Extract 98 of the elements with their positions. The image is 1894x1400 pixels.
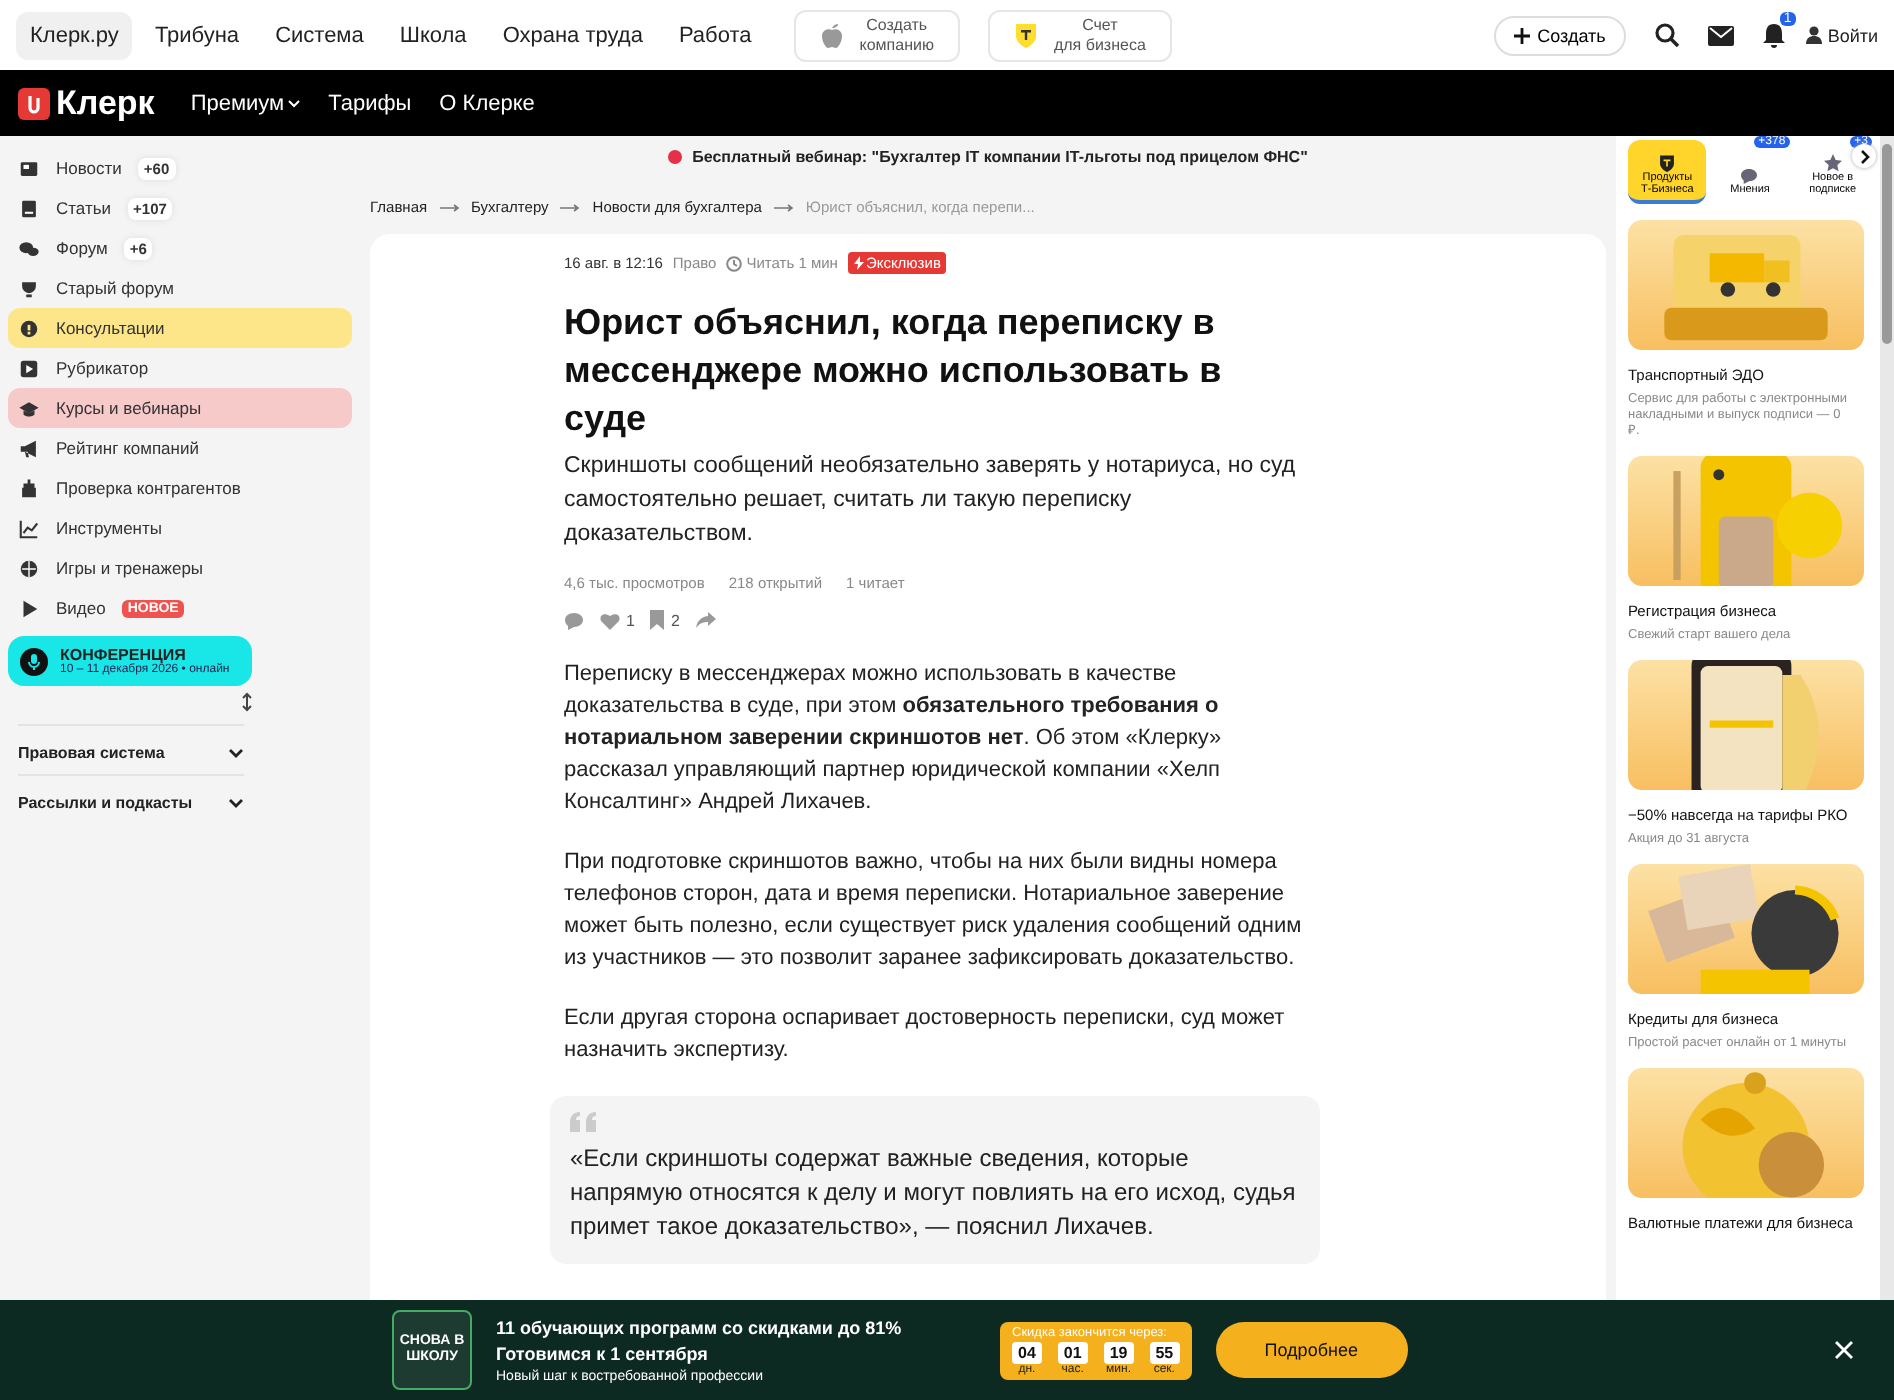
section-toggle[interactable]: Правовая система (18, 724, 244, 762)
quote-mark-icon (570, 1112, 598, 1132)
arrow-right-icon (439, 203, 460, 211)
chevron-right-icon (1859, 149, 1869, 163)
section-toggle[interactable]: Рассылки и подкасты (18, 774, 244, 812)
nav-link[interactable]: О Клерке (439, 91, 535, 115)
top-nav-link[interactable]: Система (261, 11, 378, 59)
ball-icon (18, 557, 40, 579)
bell-icon[interactable] (1761, 22, 1786, 48)
sidebar-label: Проверка контрагентов (56, 478, 241, 498)
chart-line-icon (18, 517, 40, 539)
chat-icon (18, 237, 40, 259)
login-link[interactable]: Войти (1827, 25, 1878, 45)
sidebar-label: Рейтинг компаний (56, 438, 199, 458)
promo-text: Счет для бизнеса (1053, 15, 1146, 55)
sidebar-label: Старый форум (56, 278, 174, 298)
newspaper-icon (18, 157, 40, 179)
like-count: 1 (626, 611, 635, 629)
play-icon (18, 597, 40, 619)
timer-value: 19 (1103, 1341, 1134, 1363)
timer-value: 55 (1149, 1341, 1180, 1363)
mail-icon[interactable] (1707, 25, 1734, 45)
chat-icon (1740, 168, 1759, 184)
article-paragraph: Переписку в мессенджерах можно использовать в качестве доказательства в суде, при этом обязательного требования о нотариальном заверении скриншотов нет. Об этом «Клерку» рассказал управляющий партнер юридической компании «Хелп Консалтинг» Андрей Лихачев. (564, 660, 1224, 818)
sidebar-item[interactable]: Курсы и вебинары (8, 388, 352, 428)
shield-icon (1013, 22, 1038, 48)
chevron-down-icon[interactable] (288, 99, 301, 107)
sidebar-label: Консультации (56, 318, 165, 338)
sidebar-item[interactable]: Инструменты (8, 508, 352, 548)
graduation-cap-icon (18, 397, 40, 419)
apple-icon (819, 22, 844, 48)
section-label: Правовая система (18, 744, 165, 762)
next-button[interactable] (1852, 144, 1876, 168)
nav-link[interactable]: Премиум (190, 91, 285, 115)
sidebar-label: Рубрикатор (56, 358, 149, 378)
sidebar-label: Новости (56, 158, 122, 178)
clock-icon (726, 255, 743, 271)
promo-text: Создать компанию (859, 15, 934, 55)
sidebar-label: Видео (56, 598, 106, 618)
close-icon (1834, 1340, 1854, 1360)
building-icon (18, 477, 40, 499)
arrow-right-icon (773, 203, 794, 211)
top-nav-link[interactable]: Трибуна (140, 11, 254, 59)
details-button[interactable]: Подробнее (1215, 1322, 1408, 1378)
dot-icon (668, 150, 683, 164)
article-title: Юрист объяснил, когда переписку в мессенджере можно использовать в суде (564, 300, 1224, 442)
article-lead: Скриншоты сообщений необязательно заверять у нотариуса, но суд самостоятельно решает, считать ли такую переписку доказательством. (564, 452, 1298, 550)
lightning-icon (853, 256, 864, 270)
plus-icon (1513, 27, 1530, 43)
sidebar-item[interactable]: Рейтинг компаний (8, 428, 352, 468)
scrollbar-thumb[interactable] (1882, 144, 1892, 344)
resize-icon[interactable] (242, 692, 252, 712)
sidebar-item[interactable]: Игры и тренажеры (8, 548, 352, 588)
comment-icon[interactable] (564, 611, 584, 629)
promo-link[interactable]: Создать компанию (793, 9, 960, 61)
sidebar-item[interactable]: Старый форум (8, 268, 352, 308)
share-icon[interactable] (695, 612, 716, 628)
timer-value: 01 (1057, 1341, 1088, 1363)
sidebar-item[interactable]: Проверка контрагентов (8, 468, 352, 508)
shield-icon (1658, 154, 1677, 172)
top-nav-link[interactable]: Школа (385, 11, 481, 59)
play-square-icon (18, 357, 40, 379)
megaphone-icon (18, 437, 40, 459)
banner-title: 11 обучающих программ со скидками до 81% (496, 1317, 904, 1337)
create-button[interactable]: Создать (1493, 15, 1626, 55)
bookmark-count: 2 (670, 611, 680, 629)
close-button[interactable] (1834, 1340, 1854, 1360)
section-label: Рассылки и подкасты (18, 794, 193, 812)
banner-subtitle: Готовимся к 1 сентября (496, 1343, 710, 1363)
announcement-link[interactable]: Бесплатный вебинар: "Бухгалтер IT компании IT-льготы под прицелом ФНС" (692, 148, 1308, 166)
book-icon (18, 197, 40, 219)
article-paragraph: При подготовке скриншотов важно, чтобы на них были видны номера телефонов сторон, дата и время переписки. Нотариальное заверение может быть полезно, если существует риск удаления сообщений одним из участников — это позволит заранее зафиксировать доказательство. (564, 848, 1304, 974)
sidebar-label: Курсы и вебинары (56, 398, 202, 418)
sidebar-label: Статьи (56, 198, 112, 218)
quote-text: «Если скриншоты содержат важные сведения, которые напрямую относятся к делу и могут повлиять на его исход, судья примет такое доказательство», — пояснил Лихачев. (570, 1142, 1298, 1244)
article-paragraph: Если другая сторона оспаривает достоверность переписки, суд может назначить экспертизу. (564, 1004, 1287, 1066)
top-nav-link[interactable]: Работа (664, 11, 766, 59)
star-icon (1823, 154, 1842, 172)
search-icon[interactable] (1653, 22, 1680, 48)
sidebar-item[interactable]: Консультации (8, 308, 352, 348)
logo-icon[interactable] (18, 87, 50, 119)
top-nav-link[interactable]: Охрана труда (488, 11, 657, 59)
user-icon (1805, 26, 1822, 44)
heart-icon[interactable] (600, 611, 620, 629)
top-nav-link[interactable]: Клерк.ру (16, 11, 133, 59)
bookmark-icon[interactable] (650, 610, 665, 630)
nav-link[interactable]: Тарифы (328, 91, 412, 115)
sidebar-label: Форум (56, 238, 108, 258)
sidebar-label: Игры и тренажеры (56, 558, 204, 578)
sidebar-label: Инструменты (56, 518, 163, 538)
conference-title: КОНФЕРЕНЦИЯ (60, 646, 188, 664)
sidebar-item[interactable]: Рубрикатор (8, 348, 352, 388)
trophy-icon (18, 277, 40, 299)
microphone-icon (20, 647, 48, 675)
arrow-right-icon (560, 203, 581, 211)
timer-value: 04 (1012, 1341, 1042, 1363)
logo-text[interactable]: Клерк (56, 83, 155, 123)
promo-link[interactable]: Счет для бизнеса (987, 9, 1172, 61)
